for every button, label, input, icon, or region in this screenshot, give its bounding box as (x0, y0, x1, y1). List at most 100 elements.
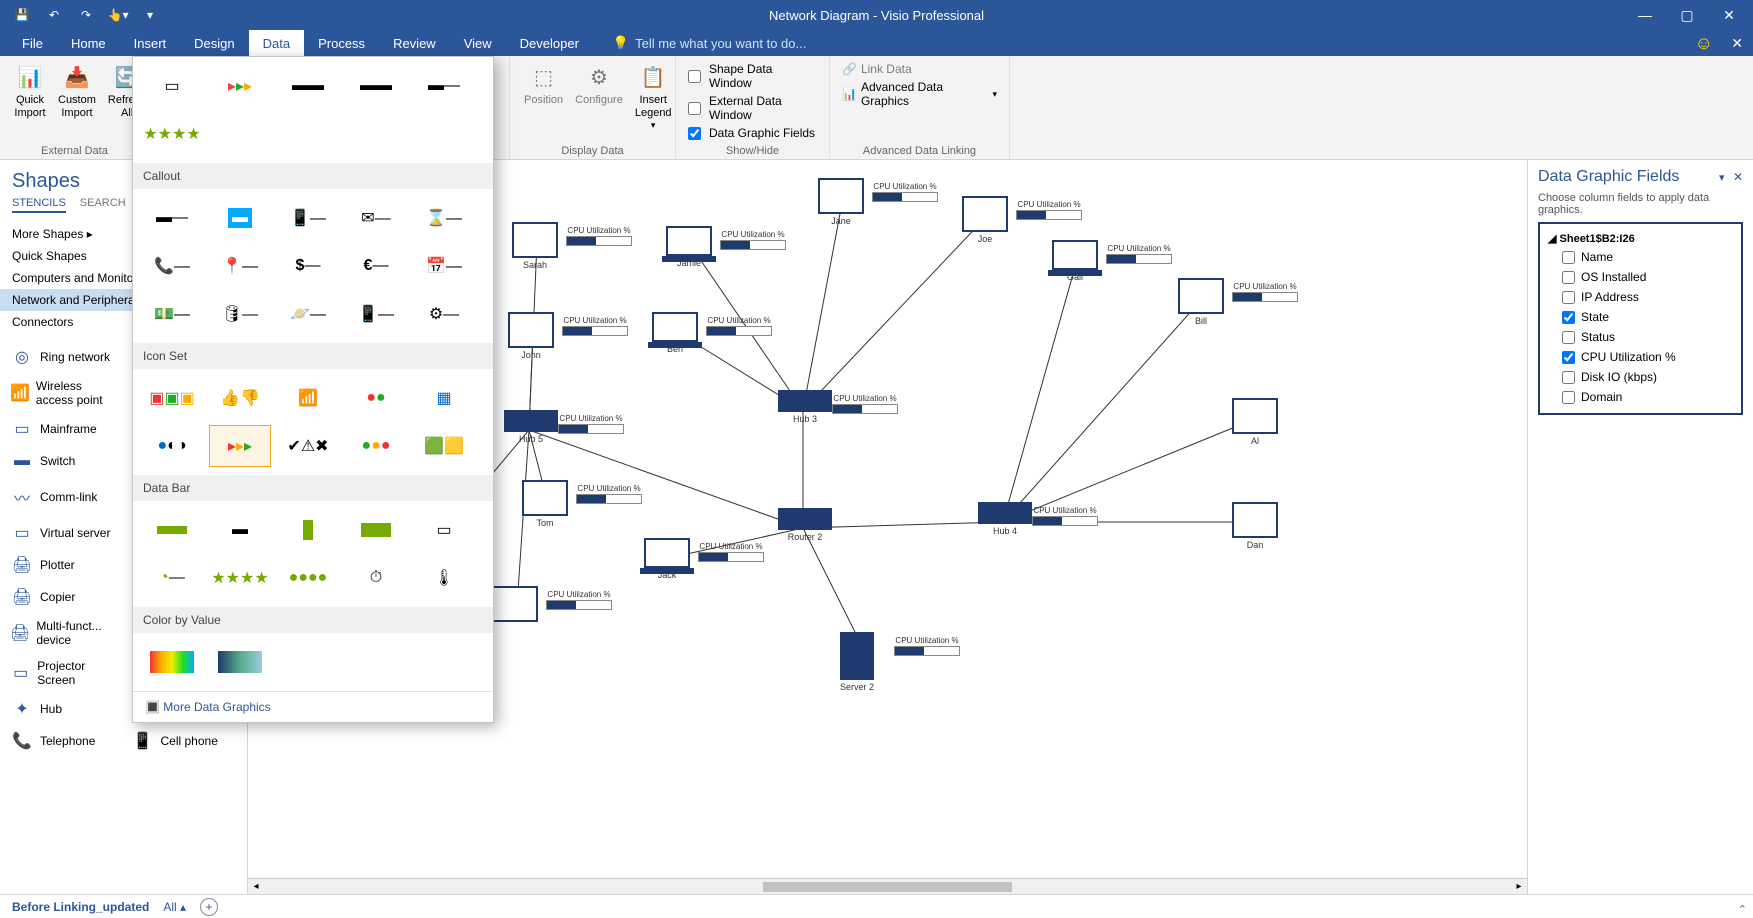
stencil-item[interactable]: 🖨Plotter (4, 551, 123, 579)
tab-file[interactable]: File (8, 30, 57, 56)
ribbon-close-icon[interactable]: ✕ (1731, 35, 1743, 52)
shape-data-window-checkbox[interactable]: Shape Data Window (684, 60, 821, 92)
diagram-node[interactable]: BenCPU Utilization % (652, 312, 698, 354)
field-checkbox[interactable]: CPU Utilization % (1544, 347, 1737, 367)
diagram-node[interactable]: JoeCPU Utilization % (962, 196, 1008, 244)
data-graphic-item[interactable]: 📍— (209, 245, 271, 287)
data-graphic-item[interactable]: ●●● (345, 425, 407, 467)
data-graphic-item[interactable]: ●◐◑ (141, 425, 203, 467)
stencil-item[interactable]: 📞Telephone (4, 727, 123, 755)
data-graphic-item[interactable]: 💵— (141, 293, 203, 335)
advanced-data-graphics-button[interactable]: 📊Advanced Data Graphics▾ (838, 78, 1001, 110)
field-checkbox[interactable]: Name (1544, 247, 1737, 267)
data-graphic-item[interactable]: ▭ (413, 509, 475, 551)
diagram-node[interactable]: BillCPU Utilization % (1178, 278, 1224, 326)
data-graphic-item[interactable] (141, 641, 203, 683)
tab-view[interactable]: View (450, 30, 506, 56)
data-graphic-item[interactable]: ▣▣▣ (141, 377, 203, 419)
field-checkbox[interactable]: OS Installed (1544, 267, 1737, 287)
collapse-ribbon-icon[interactable]: ⌃ (1738, 903, 1747, 916)
data-graphic-item[interactable]: ▦ (413, 377, 475, 419)
data-graphic-item[interactable]: 📅— (413, 245, 475, 287)
data-graphic-item[interactable]: €— (345, 245, 407, 287)
data-graphic-item[interactable] (141, 509, 203, 551)
stencil-item[interactable]: ▭Projector Screen (4, 655, 123, 691)
field-checkbox[interactable]: IP Address (1544, 287, 1737, 307)
panel-dropdown-icon[interactable]: ▾ (1719, 172, 1725, 184)
panel-close-icon[interactable]: ✕ (1733, 170, 1743, 184)
qat-redo[interactable]: ↷ (72, 5, 100, 25)
diagram-node[interactable]: JaneCPU Utilization % (818, 178, 864, 226)
stencil-item[interactable]: 🖨Copier (4, 583, 123, 611)
diagram-node[interactable]: Hub 4CPU Utilization % (978, 502, 1032, 536)
data-graphic-item[interactable]: 🪐— (277, 293, 339, 335)
data-graphic-item[interactable]: ▬▬ (277, 65, 339, 107)
data-graphic-item[interactable]: 🛢— (209, 293, 271, 335)
tellme-input[interactable]: Tell me what you want to do... (635, 36, 806, 51)
data-graphic-item[interactable] (277, 509, 339, 551)
data-graphic-item[interactable]: $— (277, 245, 339, 287)
data-graphic-item[interactable]: 🟩🟨 (413, 425, 475, 467)
diagram-node[interactable]: Al (1232, 398, 1278, 446)
qat-customize[interactable]: ▾ (136, 5, 164, 25)
data-graphic-item[interactable] (209, 641, 271, 683)
data-graphic-item[interactable]: ●● (345, 377, 407, 419)
data-graphic-item[interactable]: ▬▬ (345, 65, 407, 107)
data-graphic-item[interactable]: ▬— (141, 197, 203, 239)
more-data-graphics[interactable]: 🔳 More Data Graphics (133, 691, 493, 722)
diagram-node[interactable]: JohnCPU Utilization % (508, 312, 554, 360)
search-tab[interactable]: SEARCH (80, 197, 126, 213)
data-graphic-item[interactable]: ▬ (209, 509, 271, 551)
data-graphic-item[interactable]: 📞— (141, 245, 203, 287)
tab-process[interactable]: Process (304, 30, 379, 56)
link-data-button[interactable]: 🔗Link Data (838, 60, 1001, 78)
tab-design[interactable]: Design (180, 30, 248, 56)
data-graphic-item[interactable] (345, 509, 407, 551)
tab-data[interactable]: Data (249, 30, 304, 56)
stencil-item[interactable]: ▭Virtual server (4, 519, 123, 547)
add-page-button[interactable]: + (200, 898, 218, 916)
field-checkbox[interactable]: Domain (1544, 387, 1737, 407)
quick-import-button[interactable]: 📊Quick Import (8, 60, 52, 122)
data-graphic-item[interactable]: ★★★★ (141, 113, 203, 155)
data-graphic-item[interactable]: 📱— (345, 293, 407, 335)
qat-undo[interactable]: ↶ (40, 5, 68, 25)
diagram-node[interactable]: TomCPU Utilization % (522, 480, 568, 528)
data-graphic-item[interactable]: ✉— (345, 197, 407, 239)
diagram-node[interactable]: Dan (1232, 502, 1278, 550)
data-graphic-item[interactable]: ⏱ (345, 557, 407, 599)
diagram-node[interactable]: CPU Utilization % (492, 586, 538, 624)
maximize-button[interactable]: ▢ (1667, 1, 1707, 29)
data-graphic-item[interactable]: ▭ (141, 65, 203, 107)
sheet-header[interactable]: ◢ Sheet1$B2:I26 (1544, 230, 1737, 247)
position-button[interactable]: ⬚Position (518, 60, 569, 133)
scroll-left-icon[interactable]: ◂ (248, 881, 264, 892)
hscroll-track[interactable] (264, 881, 1511, 893)
stencil-item[interactable]: 🖨Multi-funct... device (4, 615, 123, 651)
stencil-item[interactable]: ▭Mainframe (4, 415, 123, 443)
scroll-right-icon[interactable]: ▸ (1511, 881, 1527, 892)
all-pages[interactable]: All ▴ (163, 900, 186, 914)
tab-developer[interactable]: Developer (506, 30, 593, 56)
diagram-node[interactable]: JamieCPU Utilization % (666, 226, 712, 268)
data-graphic-item[interactable]: ⌛— (413, 197, 475, 239)
qat-save[interactable]: 💾 (8, 5, 36, 25)
stencil-item[interactable]: ✦Hub (4, 695, 123, 723)
custom-import-button[interactable]: 📥Custom Import (52, 60, 102, 122)
stencils-tab[interactable]: STENCILS (12, 197, 66, 213)
minimize-button[interactable]: — (1625, 1, 1665, 29)
sheet-tab[interactable]: Before Linking_updated (12, 900, 149, 914)
qat-touch[interactable]: 👆▾ (104, 5, 132, 25)
data-graphic-item[interactable]: 🌡 (413, 557, 475, 599)
stencil-item[interactable]: ◎Ring network (4, 343, 123, 371)
tab-review[interactable]: Review (379, 30, 450, 56)
data-graphic-item[interactable]: ▬— (413, 65, 475, 107)
insert-legend-button[interactable]: 📋Insert Legend▾ (629, 60, 678, 133)
diagram-node[interactable]: SarahCPU Utilization % (512, 222, 558, 270)
diagram-node[interactable]: Hub 5CPU Utilization % (504, 410, 558, 444)
feedback-smiley-icon[interactable]: ☺ (1695, 33, 1713, 54)
diagram-node[interactable]: GailCPU Utilization % (1052, 240, 1098, 282)
diagram-node[interactable]: Hub 3CPU Utilization % (778, 390, 832, 424)
diagram-node[interactable]: Server 2CPU Utilization % (840, 632, 874, 692)
configure-button[interactable]: ⚙Configure (569, 60, 629, 133)
